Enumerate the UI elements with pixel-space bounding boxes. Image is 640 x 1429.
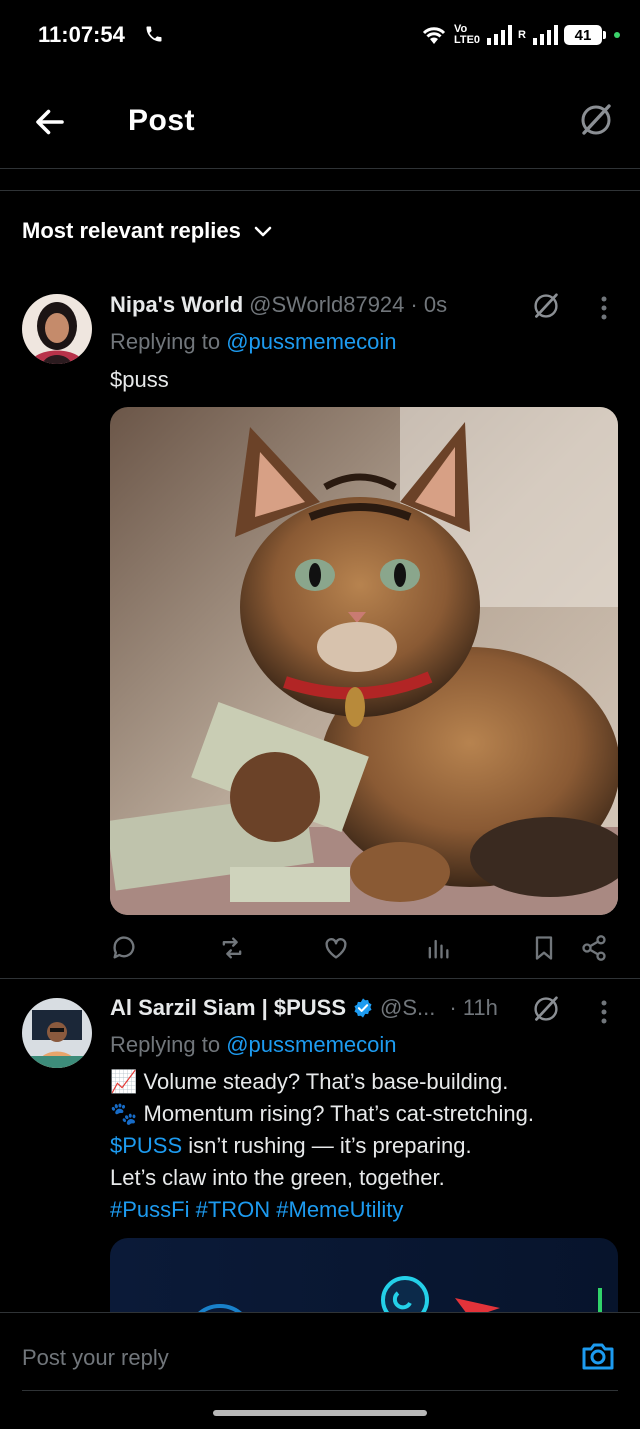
replying-to-link[interactable]: @pussmemecoin — [226, 329, 396, 354]
like-icon[interactable] — [322, 934, 350, 962]
reply-icon[interactable] — [110, 934, 138, 962]
post-line: $PUSS isn’t rushing — it’s preparing. — [110, 1133, 472, 1158]
post-header: Nipa's World @SWorld87924 · 0s — [110, 292, 447, 318]
avatar[interactable] — [22, 998, 92, 1068]
replying-to: Replying to @pussmemecoin — [110, 329, 397, 354]
user-handle[interactable]: @SWorld87924 — [249, 292, 404, 318]
status-time: 11:07:54 — [38, 22, 125, 47]
verified-badge-icon — [354, 998, 372, 1018]
status-icons: Vo LTE0 R 41 — [420, 20, 620, 50]
sort-label: Most relevant replies — [22, 218, 241, 243]
post-time: · 11h — [449, 995, 498, 1020]
phone-call-icon — [146, 26, 162, 42]
replying-to-link[interactable]: @pussmemecoin — [226, 1032, 396, 1057]
post-header: Al Sarzil Siam | $PUSS @S... · 11h — [110, 995, 498, 1021]
grok-icon[interactable] — [530, 993, 562, 1025]
post-text: 📈 Volume steady? That’s base-building. 🐾… — [110, 1066, 620, 1226]
camera-icon[interactable] — [580, 1338, 616, 1374]
signal-icon — [487, 25, 513, 45]
more-options-icon[interactable] — [594, 998, 614, 1026]
roaming-indicator: R — [518, 29, 526, 41]
post-actions — [110, 932, 618, 964]
post-time: · 0s — [410, 292, 448, 317]
post-image[interactable] — [110, 407, 618, 915]
post-line: 📈 Volume steady? That’s base-building. — [110, 1069, 509, 1094]
avatar[interactable] — [22, 294, 92, 364]
back-arrow-icon[interactable] — [32, 104, 68, 140]
wifi-icon — [422, 27, 446, 44]
bookmark-icon[interactable] — [530, 934, 558, 962]
header-divider — [0, 168, 640, 169]
display-name[interactable]: Nipa's World — [110, 292, 243, 318]
more-options-icon[interactable] — [594, 294, 614, 322]
display-name[interactable]: Al Sarzil Siam | $PUSS — [110, 995, 346, 1021]
views-icon[interactable] — [424, 934, 452, 962]
page-title: Post — [128, 104, 196, 137]
privacy-dot — [614, 32, 620, 38]
post-divider — [0, 978, 640, 979]
volte-indicator: Vo LTE0 — [453, 23, 481, 46]
post-text[interactable]: $puss — [110, 364, 169, 396]
signal-icon-2 — [533, 25, 558, 45]
hashtags[interactable]: #PussFi #TRON #MemeUtility — [110, 1194, 620, 1226]
share-icon[interactable] — [580, 934, 608, 962]
reply-underline — [22, 1390, 618, 1391]
reply-input[interactable]: Post your reply — [22, 1345, 169, 1371]
grok-icon[interactable] — [576, 100, 616, 140]
repost-icon[interactable] — [218, 934, 246, 962]
grok-icon[interactable] — [530, 290, 562, 322]
battery-icon: 41 — [564, 25, 606, 45]
replying-to: Replying to @pussmemecoin — [110, 1032, 397, 1057]
chevron-down-icon — [254, 226, 272, 237]
sort-dropdown[interactable]: Most relevant replies — [22, 218, 273, 244]
post-line: 🐾 Momentum rising? That’s cat-stretching… — [110, 1101, 534, 1126]
home-indicator[interactable] — [213, 1410, 427, 1416]
user-handle[interactable]: @S... — [380, 995, 435, 1021]
post-line: Let’s claw into the green, together. — [110, 1165, 445, 1190]
cashtag-link[interactable]: $PUSS — [110, 1133, 182, 1158]
section-divider — [0, 190, 640, 191]
